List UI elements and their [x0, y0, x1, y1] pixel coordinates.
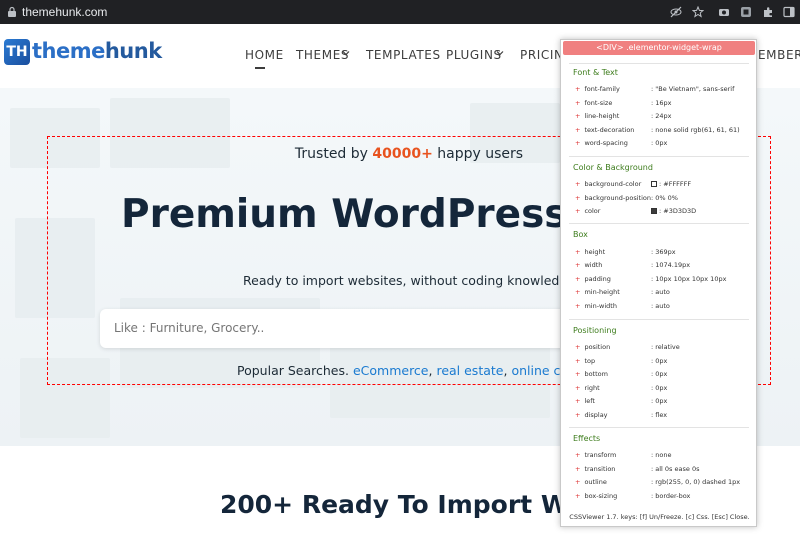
logo-wordmark[interactable]: themehunk	[32, 39, 162, 63]
property-row: + top: 0px	[575, 357, 668, 365]
property-row: + min-width: auto	[575, 302, 670, 310]
nav-members[interactable]: EMBERS	[758, 48, 800, 62]
popular-link-real-estate[interactable]: real estate	[436, 363, 503, 378]
nav-home[interactable]: HOME	[245, 48, 284, 62]
property-row: + width: 1074.19px	[575, 261, 691, 269]
trusted-prefix: Trusted by	[294, 146, 373, 162]
address-bar-url[interactable]: themehunk.com	[22, 5, 107, 19]
property-row: + transition: all 0s ease 0s	[575, 465, 700, 473]
search-box[interactable]	[100, 309, 570, 348]
logo-hunk-text: hunk	[104, 39, 162, 63]
color-swatch	[651, 181, 657, 187]
color-swatch	[651, 208, 657, 214]
section-divider	[569, 63, 749, 64]
property-row: + font-family: "Be Vietnam", sans-serif	[575, 85, 735, 93]
property-row: + font-size: 16px	[575, 99, 672, 107]
lock-icon	[8, 6, 16, 17]
property-row: + right: 0px	[575, 384, 668, 392]
nav-active-indicator	[255, 67, 265, 69]
star-icon[interactable]	[692, 6, 704, 18]
camera-icon[interactable]	[718, 6, 730, 18]
trusted-suffix: happy users	[432, 146, 524, 162]
logo-theme-text: theme	[32, 39, 105, 63]
property-row: + color: #3D3D3D	[575, 207, 697, 215]
section-title: 200+ Ready To Import Webs	[220, 490, 618, 519]
property-row: + bottom: 0px	[575, 370, 668, 378]
chevron-down-icon	[342, 51, 350, 56]
extension-icon[interactable]	[740, 6, 752, 18]
section-heading-positioning: Positioning	[573, 326, 617, 335]
popular-label: Popular Searches.	[237, 363, 349, 378]
property-row: + outline: rgb(255, 0, 0) dashed 1px	[575, 478, 741, 486]
property-row: + box-sizing: border-box	[575, 492, 691, 500]
css-viewer-panel[interactable]: <DIV> .elementor-widget-wrap Font & Text…	[560, 39, 757, 527]
property-row: + padding: 10px 10px 10px 10px	[575, 275, 727, 283]
hero-headline: Premium WordPress T	[121, 192, 608, 237]
property-row: + transform: none	[575, 451, 672, 459]
property-row: + position: relative	[575, 343, 680, 351]
css-viewer-footer: CSSViewer 1.7. keys: [f] Un/Freeze. [c] …	[569, 513, 750, 521]
property-row: + height: 369px	[575, 248, 676, 256]
side-panel-icon[interactable]	[783, 6, 795, 18]
section-divider	[569, 427, 749, 428]
section-heading-font-text: Font & Text	[573, 68, 618, 77]
headline-main: Premium WordPress	[121, 192, 582, 237]
property-row: + background-position: 0% 0%	[575, 194, 678, 202]
section-heading-color-background: Color & Background	[573, 163, 653, 172]
puzzle-icon[interactable]	[762, 6, 774, 18]
property-row: + line-height: 24px	[575, 112, 672, 120]
section-divider	[569, 223, 749, 224]
nav-plugins[interactable]: PLUGINS	[446, 48, 502, 62]
logo-badge[interactable]: TH	[4, 39, 30, 65]
browser-toolbar: themehunk.com	[0, 0, 800, 24]
popular-link-ecommerce[interactable]: eCommerce	[353, 363, 429, 378]
trusted-count: 40000+	[372, 146, 433, 162]
search-input[interactable]	[114, 321, 554, 335]
css-viewer-title: <DIV> .elementor-widget-wrap	[563, 41, 755, 55]
eye-off-icon[interactable]	[670, 6, 682, 18]
property-row: + display: flex	[575, 411, 668, 419]
section-divider	[569, 319, 749, 320]
property-row: + word-spacing: 0px	[575, 139, 668, 147]
nav-templates[interactable]: TEMPLATES	[366, 48, 441, 62]
property-row: + text-decoration: none solid rgb(61, 61,…	[575, 126, 740, 134]
section-heading-box: Box	[573, 230, 588, 239]
section-heading-effects: Effects	[573, 434, 601, 443]
property-row: + min-height: auto	[575, 288, 670, 296]
chevron-down-icon	[496, 51, 504, 56]
property-row: + background-color: #FFFFFF	[575, 180, 692, 188]
property-row: + left: 0px	[575, 397, 668, 405]
section-divider	[569, 156, 749, 157]
